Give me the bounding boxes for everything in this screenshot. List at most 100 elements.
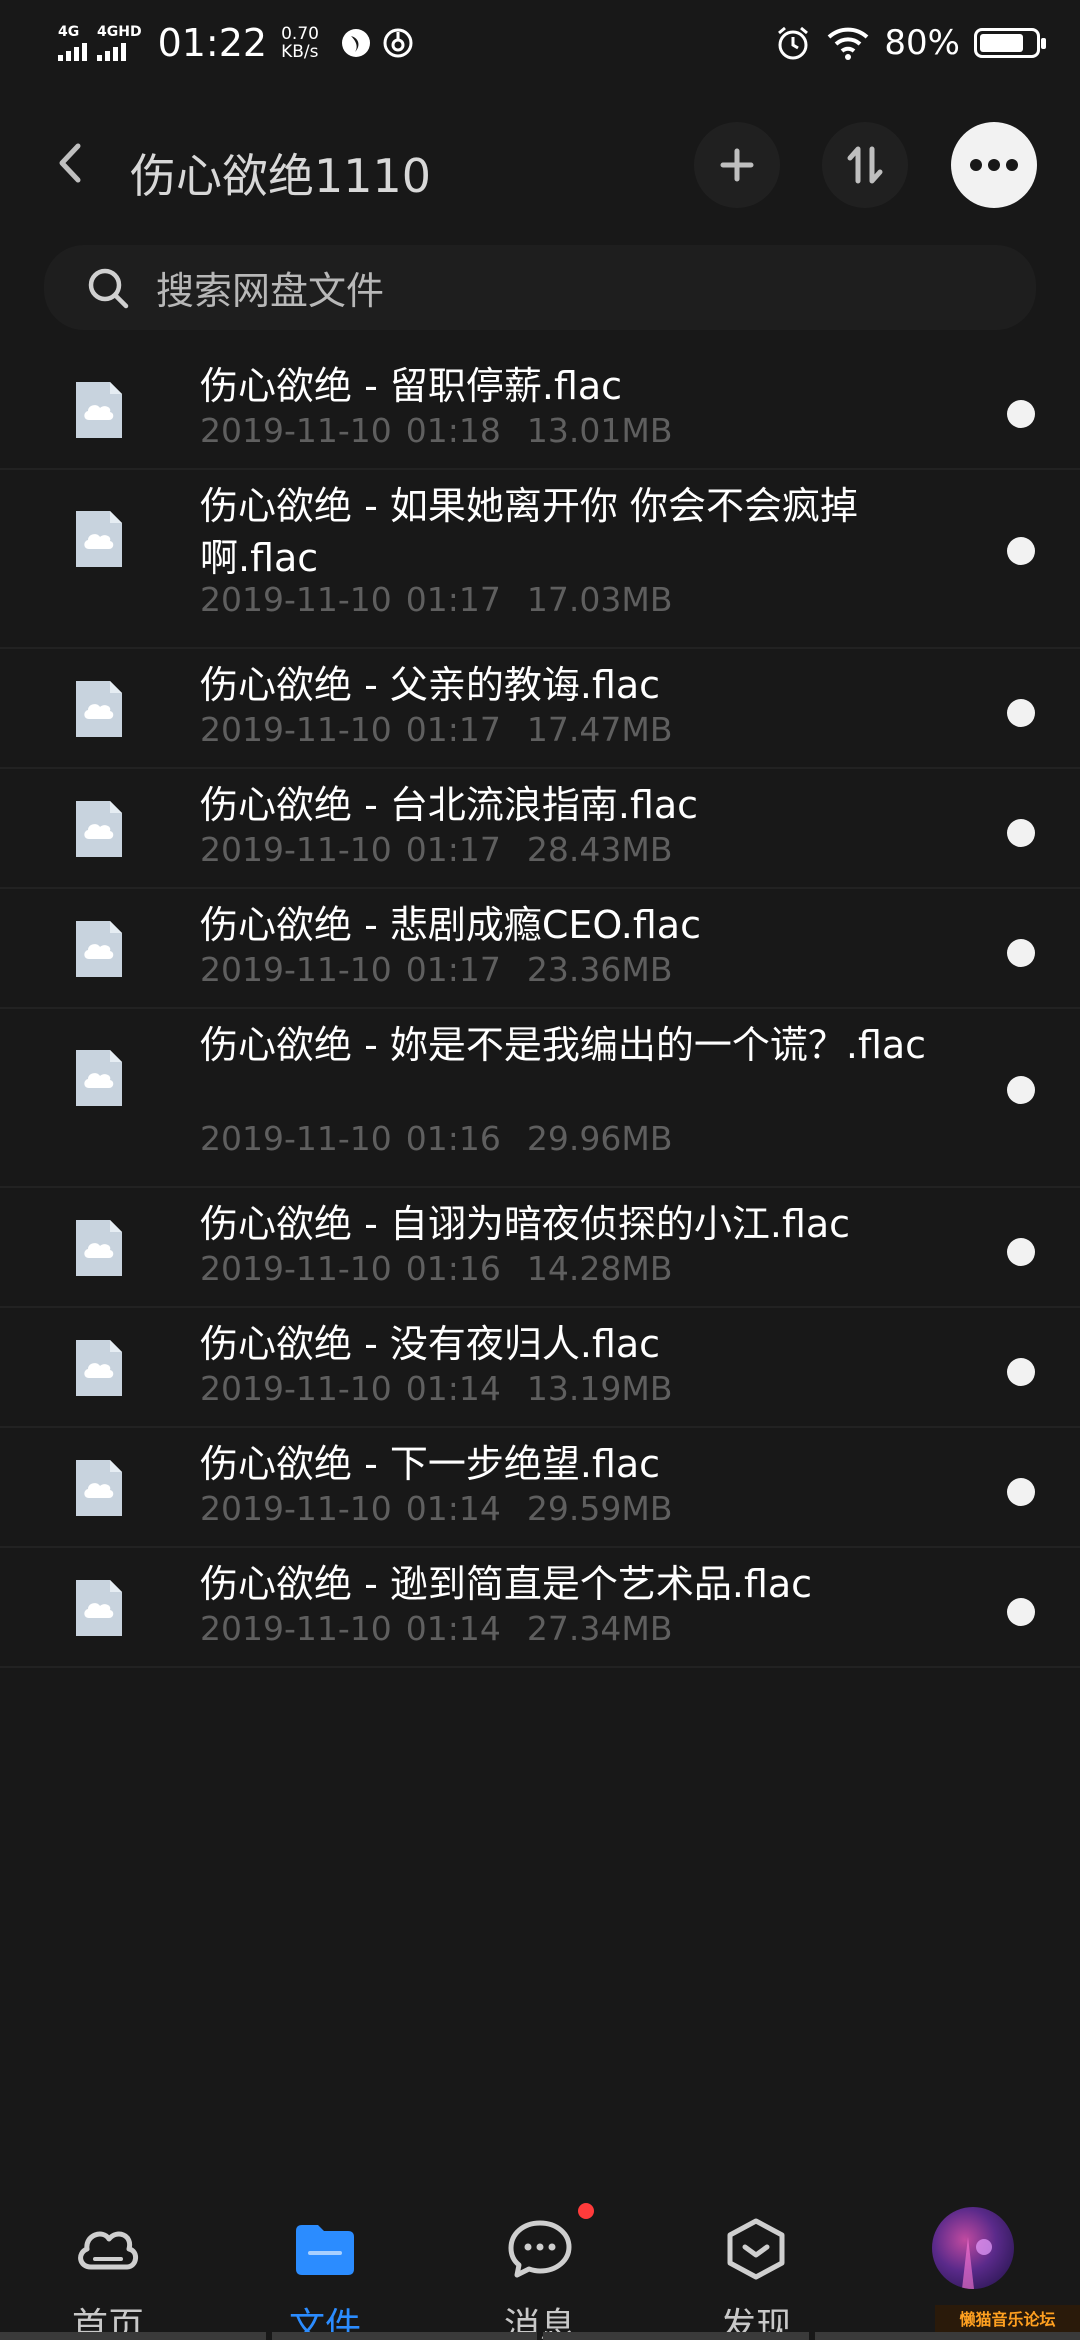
- file-date: 2019-11-10: [200, 1249, 392, 1288]
- select-radio[interactable]: [1007, 1358, 1035, 1386]
- sort-button[interactable]: [822, 122, 908, 208]
- nav-home[interactable]: 首页: [28, 2185, 188, 2340]
- file-row[interactable]: 伤心欲绝 - 妳是不是我编出的一个谎？.flac 2019-11-10 01:16 2…: [0, 1009, 1080, 1188]
- signal-bars-icon: [58, 41, 87, 61]
- file-size: 14.28MB: [526, 1249, 673, 1288]
- status-bar: 4G 4GHD 01:22 0.70 KB/s 80%: [0, 0, 1080, 85]
- signal-bars-icon: [97, 41, 126, 61]
- plus-icon: [720, 148, 754, 182]
- file-list: 伤心欲绝 - 留职停薪.flac 2019-11-10 01:18 13.01MB 伤心…: [0, 350, 1080, 1668]
- speed-value: 0.70: [281, 24, 319, 44]
- file-row[interactable]: 伤心欲绝 - 如果她离开你 你会不会疯掉啊.flac 2019-11-10 01:1…: [0, 470, 1080, 649]
- file-date: 2019-11-10: [200, 1119, 392, 1158]
- back-arrow-icon[interactable]: [50, 138, 90, 188]
- file-date: 2019-11-10: [200, 830, 392, 869]
- select-radio[interactable]: [1007, 1076, 1035, 1104]
- file-name: 伤心欲绝 - 逊到简直是个艺术品.flac: [200, 1562, 813, 1606]
- music-app-icon: [383, 28, 413, 58]
- select-radio[interactable]: [1007, 1238, 1035, 1266]
- file-date: 2019-11-10: [200, 580, 392, 619]
- cloud-icon: [78, 2231, 138, 2270]
- file-meta: 2019-11-10 01:17 28.43MB: [200, 830, 672, 869]
- signal-4ghd: 4GHD: [97, 25, 142, 61]
- gesture-bar: [0, 2332, 1080, 2340]
- cloud-file-icon: [76, 1050, 122, 1106]
- file-date: 2019-11-10: [200, 710, 392, 749]
- app-notification-icon: [341, 29, 370, 57]
- file-size: 29.59MB: [526, 1489, 673, 1528]
- file-meta: 2019-11-10 01:14 27.34MB: [200, 1609, 672, 1648]
- select-radio[interactable]: [1007, 939, 1035, 967]
- file-row[interactable]: 伤心欲绝 - 留职停薪.flac 2019-11-10 01:18 13.01MB: [0, 350, 1080, 470]
- nav-files[interactable]: 文件: [245, 2185, 405, 2340]
- nav-messages[interactable]: 消息: [460, 2185, 620, 2340]
- more-options-button[interactable]: [951, 122, 1037, 208]
- search-icon: [88, 268, 129, 308]
- file-size: 29.96MB: [526, 1119, 673, 1158]
- network-type-label: 4G: [58, 24, 80, 40]
- file-name: 伤心欲绝 - 父亲的教诲.flac: [200, 663, 661, 707]
- file-size: 17.47MB: [526, 710, 673, 749]
- file-row[interactable]: 伤心欲绝 - 没有夜归人.flac 2019-11-10 01:14 13.19MB: [0, 1308, 1080, 1428]
- cloud-file-icon: [76, 511, 122, 567]
- file-time: 01:17: [405, 830, 501, 869]
- add-button[interactable]: [694, 122, 780, 208]
- status-right: 80%: [774, 18, 1046, 68]
- file-time: 01:16: [405, 1249, 501, 1288]
- folder-icon: [296, 2225, 354, 2275]
- select-radio[interactable]: [1007, 1598, 1035, 1626]
- file-time: 01:14: [405, 1609, 501, 1648]
- file-row[interactable]: 伤心欲绝 - 父亲的教诲.flac 2019-11-10 01:17 17.47MB: [0, 649, 1080, 769]
- file-row[interactable]: 伤心欲绝 - 自诩为暗夜侦探的小江.flac 2019-11-10 01:16 14.…: [0, 1188, 1080, 1308]
- file-row[interactable]: 伤心欲绝 - 悲剧成瘾CEO.flac 2019-11-10 01:17 23.36M…: [0, 889, 1080, 1009]
- file-date: 2019-11-10: [200, 1489, 392, 1528]
- file-time: 01:17: [405, 580, 501, 619]
- file-name: 伤心欲绝 - 妳是不是我编出的一个谎？.flac: [200, 1023, 927, 1067]
- file-date: 2019-11-10: [200, 411, 392, 450]
- file-name: 伤心欲绝 - 留职停薪.flac: [200, 364, 623, 408]
- file-date: 2019-11-10: [200, 950, 392, 989]
- bottom-nav: 首页 文件 消息 发现: [0, 2185, 1080, 2340]
- file-time: 01:14: [405, 1489, 501, 1528]
- file-size: 27.34MB: [526, 1609, 673, 1648]
- status-left: 4G 4GHD 01:22 0.70 KB/s: [58, 18, 415, 68]
- cloud-file-icon: [76, 681, 122, 737]
- network-type-label: 4GHD: [97, 24, 142, 40]
- file-time: 01:17: [405, 710, 501, 749]
- app-header: 伤心欲绝1110: [0, 110, 1080, 220]
- file-row[interactable]: 伤心欲绝 - 下一步绝望.flac 2019-11-10 01:14 29.59MB: [0, 1428, 1080, 1548]
- search-bar[interactable]: 搜索网盘文件: [44, 245, 1036, 330]
- signal-4g: 4G: [58, 25, 87, 61]
- battery-percent: 80%: [884, 23, 960, 63]
- file-size: 23.36MB: [526, 950, 673, 989]
- file-size: 13.01MB: [526, 411, 673, 450]
- nav-discover[interactable]: 发现: [676, 2185, 836, 2340]
- select-radio[interactable]: [1007, 819, 1035, 847]
- select-radio[interactable]: [1007, 537, 1035, 565]
- cloud-file-icon: [76, 382, 122, 438]
- file-row[interactable]: 伤心欲绝 - 台北流浪指南.flac 2019-11-10 01:17 28.43MB: [0, 769, 1080, 889]
- avatar-image: [962, 2237, 992, 2289]
- select-radio[interactable]: [1007, 699, 1035, 727]
- select-radio[interactable]: [1007, 1478, 1035, 1506]
- file-meta: 2019-11-10 01:14 13.19MB: [200, 1369, 672, 1408]
- battery-icon: [974, 28, 1046, 58]
- file-meta: 2019-11-10 01:16 14.28MB: [200, 1249, 672, 1288]
- file-meta: 2019-11-10 01:17 23.36MB: [200, 950, 672, 989]
- file-name: 伤心欲绝 - 台北流浪指南.flac: [200, 783, 699, 827]
- file-name: 伤心欲绝 - 下一步绝望.flac: [200, 1442, 661, 1486]
- discover-icon: [727, 2218, 785, 2280]
- select-radio[interactable]: [1007, 400, 1035, 428]
- avatar[interactable]: [932, 2207, 1014, 2289]
- file-meta: 2019-11-10 01:16 29.96MB: [200, 1119, 672, 1158]
- file-size: 28.43MB: [526, 830, 673, 869]
- sort-icon: [847, 146, 883, 184]
- more-dots-icon: [970, 159, 1018, 171]
- file-name: 伤心欲绝 - 如果她离开你 你会不会疯掉啊.flac: [200, 484, 858, 580]
- speed-unit: KB/s: [281, 42, 319, 62]
- file-row[interactable]: 伤心欲绝 - 逊到简直是个艺术品.flac 2019-11-10 01:14 27.3…: [0, 1548, 1080, 1668]
- page-title: 伤心欲绝1110: [130, 149, 432, 203]
- cloud-file-icon: [76, 801, 122, 857]
- file-meta: 2019-11-10 01:17 17.03MB: [200, 580, 672, 619]
- cloud-file-icon: [76, 1580, 122, 1636]
